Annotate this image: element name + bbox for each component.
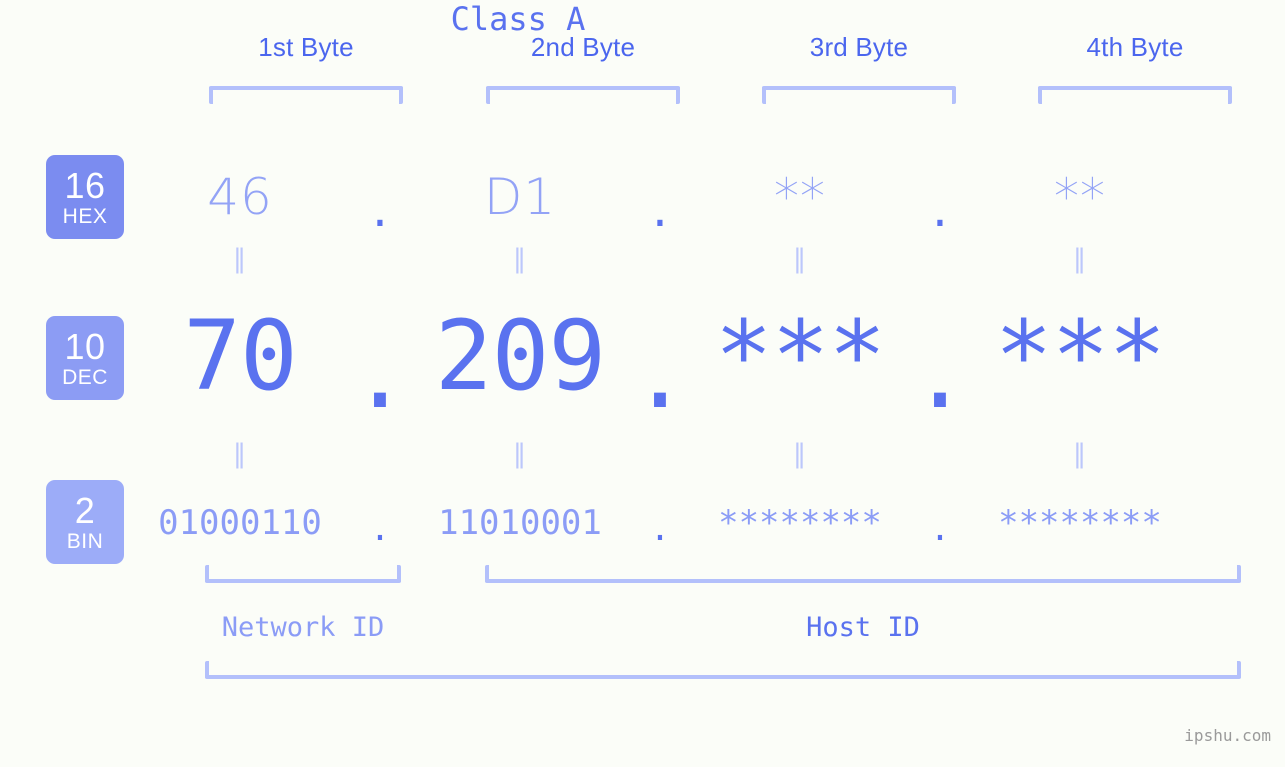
- hex-separator-2: .: [652, 180, 668, 238]
- dec-separator-2: .: [631, 318, 689, 430]
- watermark: ipshu.com: [1184, 726, 1271, 745]
- base-badge-hex[interactable]: 16 HEX: [46, 155, 124, 239]
- byte-bracket-top-2: [486, 86, 680, 104]
- dec-separator-3: .: [911, 318, 969, 430]
- base-badge-hex-number: 16: [64, 164, 106, 206]
- base-badge-bin-number: 2: [74, 489, 96, 531]
- dec-octet-4: ***: [994, 300, 1166, 412]
- base-badge-dec-number: 10: [64, 325, 106, 367]
- class-bracket: [205, 661, 1241, 679]
- network-id-label: Network ID: [221, 612, 385, 643]
- equality-mark-7: ‖: [793, 439, 807, 469]
- equality-mark-8: ‖: [1073, 439, 1087, 469]
- byte-header-2: 2nd Byte: [530, 32, 636, 62]
- bin-octet-2: 11010001: [438, 503, 602, 543]
- hex-value-row: 46 . D1 . ** . **: [140, 152, 1285, 242]
- base-badge-bin-label: BIN: [66, 529, 104, 553]
- byte-bracket-top-4: [1038, 86, 1232, 104]
- dec-separator-1: .: [351, 318, 409, 430]
- base-badge-dec[interactable]: 10 DEC: [46, 316, 124, 400]
- base-badge-dec-label: DEC: [62, 365, 108, 389]
- dec-octet-1: 70: [183, 300, 298, 412]
- equality-mark-2: ‖: [513, 244, 527, 274]
- bin-octet-4: ********: [998, 503, 1162, 543]
- hex-octet-1: 46: [207, 168, 273, 226]
- equality-marks-row-hex-dec: ‖ ‖ ‖ ‖: [140, 246, 1285, 272]
- dec-octet-3: ***: [714, 300, 886, 412]
- base-badge-bin[interactable]: 2 BIN: [46, 480, 124, 564]
- ip-byte-breakdown-diagram: 1st Byte 2nd Byte 3rd Byte 4th Byte 16 H…: [0, 0, 1285, 767]
- hex-separator-1: .: [372, 180, 388, 238]
- byte-bracket-top-3: [762, 86, 956, 104]
- hex-separator-3: .: [932, 180, 948, 238]
- equality-mark-5: ‖: [233, 439, 247, 469]
- bin-separator-2: .: [649, 509, 671, 549]
- hex-octet-3: **: [774, 168, 826, 226]
- bin-octet-1: 01000110: [158, 503, 322, 543]
- host-id-bracket: [485, 565, 1241, 583]
- network-id-bracket: [205, 565, 401, 583]
- hex-octet-2: D1: [483, 168, 557, 226]
- hex-octet-4: **: [1054, 168, 1106, 226]
- bin-value-row: 01000110 . 11010001 . ******** . *******…: [140, 492, 1285, 554]
- equality-mark-1: ‖: [233, 244, 247, 274]
- equality-mark-4: ‖: [1073, 244, 1087, 274]
- base-badge-hex-label: HEX: [62, 204, 108, 228]
- equality-mark-6: ‖: [513, 439, 527, 469]
- bin-separator-1: .: [369, 509, 391, 549]
- equality-mark-3: ‖: [793, 244, 807, 274]
- byte-header-3: 3rd Byte: [809, 32, 909, 62]
- bin-separator-3: .: [929, 509, 951, 549]
- bin-octet-3: ********: [718, 503, 882, 543]
- equality-marks-row-dec-bin: ‖ ‖ ‖ ‖: [140, 441, 1285, 467]
- dec-octet-2: 209: [434, 300, 606, 412]
- host-id-label: Host ID: [806, 612, 920, 643]
- byte-header-4: 4th Byte: [1086, 32, 1184, 62]
- byte-bracket-top-1: [209, 86, 403, 104]
- dec-value-row: 70 . 209 . *** . ***: [140, 296, 1285, 422]
- byte-header-1: 1st Byte: [258, 32, 354, 62]
